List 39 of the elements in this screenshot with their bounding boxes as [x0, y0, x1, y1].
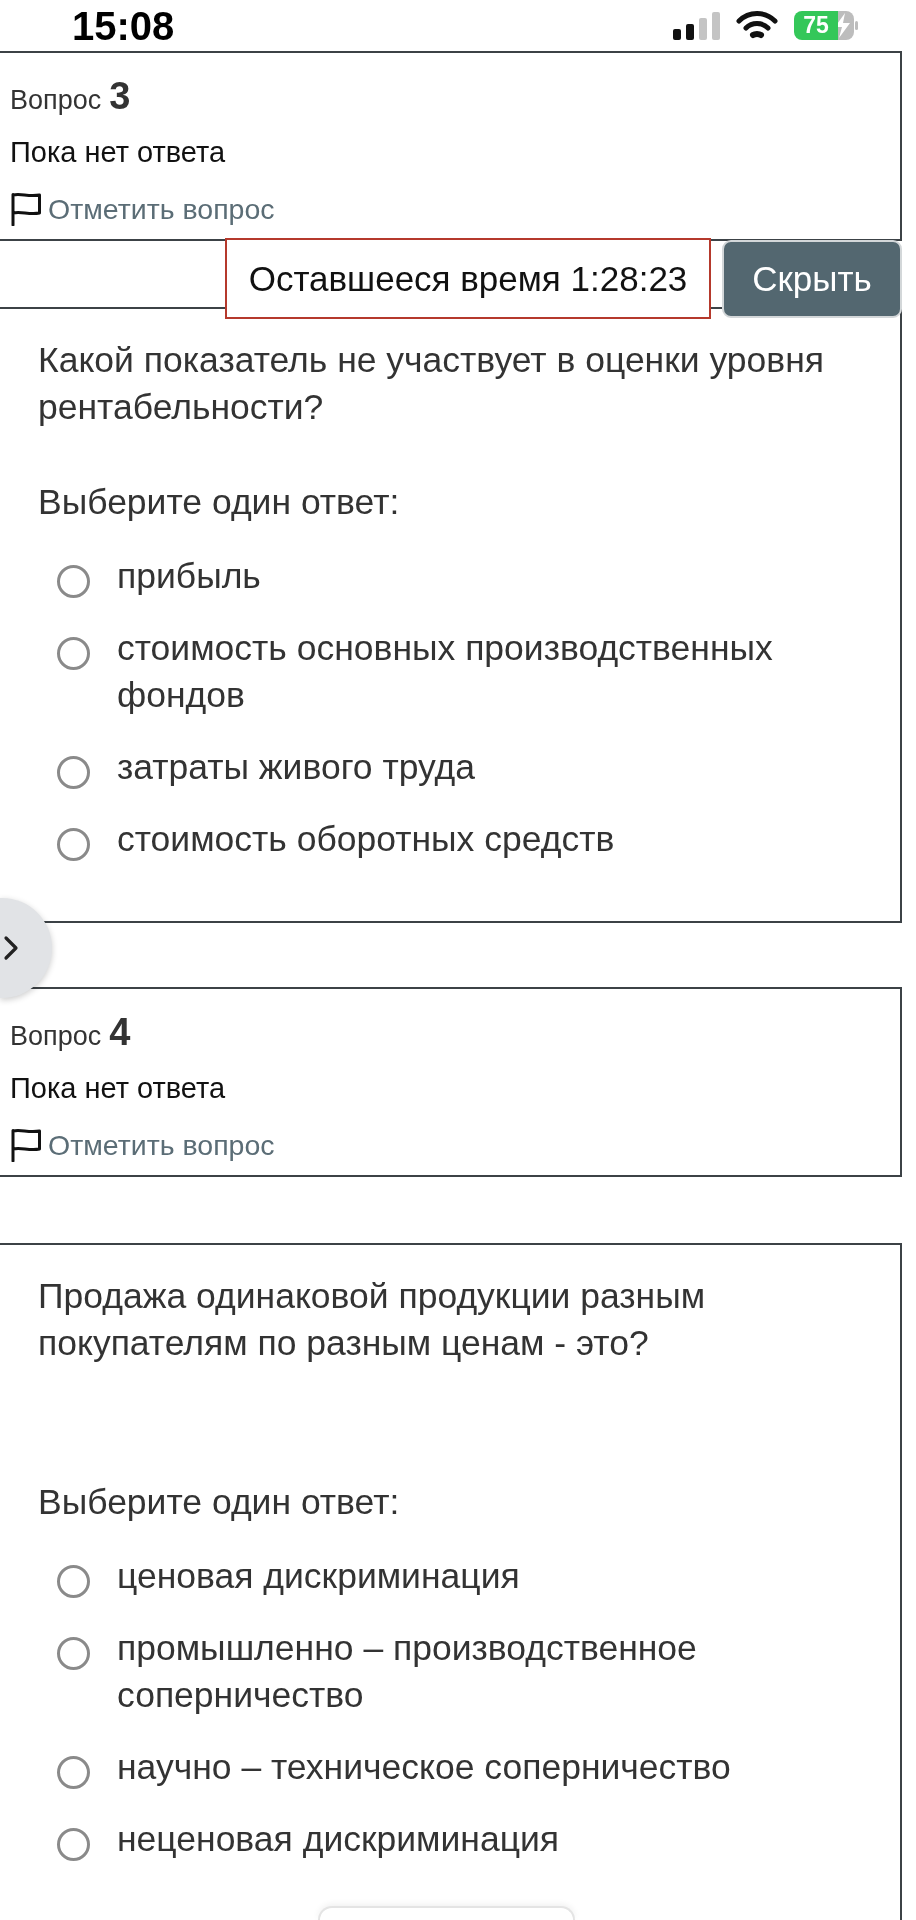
- flag-question-link[interactable]: Отметить вопрос: [10, 1127, 275, 1163]
- question-status: Пока нет ответа: [10, 1071, 226, 1106]
- question-number: 3: [109, 76, 131, 116]
- option-label[interactable]: прибыль: [117, 553, 261, 600]
- radio-button[interactable]: [57, 565, 90, 598]
- answer-prompt: Выберите один ответ:: [38, 481, 400, 524]
- radio-button[interactable]: [57, 828, 90, 861]
- radio-button[interactable]: [57, 1637, 90, 1670]
- option-label[interactable]: стоимость основных производственных фондов: [117, 625, 860, 719]
- option-label[interactable]: затраты живого труда: [117, 744, 476, 791]
- drawer-toggle-button[interactable]: [0, 898, 52, 998]
- option-label[interactable]: неценовая дискриминация: [117, 1816, 560, 1863]
- status-time: 15:08: [72, 5, 175, 46]
- radio-button[interactable]: [57, 1828, 90, 1861]
- flag-icon: [10, 1128, 42, 1162]
- question-text: Какой показатель не участвует в оценки уровня рентабельности?: [38, 339, 825, 429]
- radio-button[interactable]: [57, 1756, 90, 1789]
- radio-button[interactable]: [57, 637, 90, 670]
- battery-level: 75: [794, 11, 838, 40]
- question-number: 4: [109, 1012, 131, 1052]
- chevron-right-icon: [3, 935, 19, 961]
- hide-button[interactable]: Скрыть: [722, 240, 902, 318]
- radio-button[interactable]: [57, 1565, 90, 1598]
- question-text: Продажа одинаковой продукции разным покупателям по разным ценам - это?: [38, 1275, 707, 1365]
- flag-icon: [10, 192, 42, 226]
- wifi-icon: [736, 10, 778, 41]
- radio-button[interactable]: [57, 756, 90, 789]
- answer-prompt: Выберите один ответ:: [38, 1481, 400, 1524]
- option-label[interactable]: стоимость оборотных средств: [117, 816, 615, 863]
- question-label: Вопрос: [10, 84, 102, 117]
- question-label: Вопрос: [10, 1020, 102, 1053]
- flag-question-link[interactable]: Отметить вопрос: [10, 191, 275, 227]
- question-status: Пока нет ответа: [10, 135, 226, 170]
- charging-icon: [838, 11, 858, 40]
- option-label[interactable]: научно – техническое соперничество: [117, 1744, 731, 1791]
- option-label[interactable]: промышленно – производственное соперничество: [117, 1625, 860, 1719]
- signal-icon: [673, 11, 720, 40]
- option-label[interactable]: ценовая дискриминация: [117, 1553, 520, 1600]
- time-remaining: Оставшееся время 1:28:23: [225, 238, 711, 319]
